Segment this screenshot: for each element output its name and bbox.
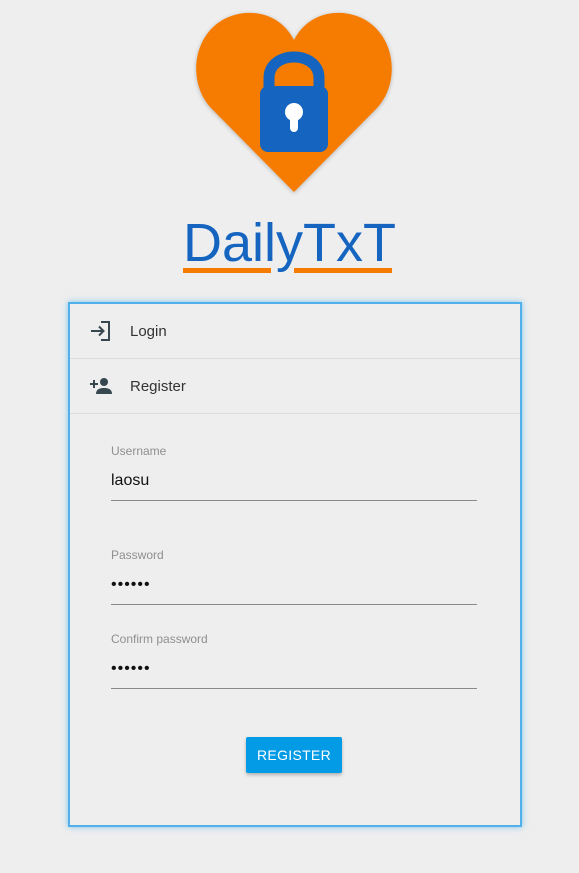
confirm-password-input[interactable] xyxy=(111,652,477,689)
brand-underline xyxy=(183,268,396,273)
page: DailyTxT Login Register Username laosu P… xyxy=(0,0,579,873)
confirm-password-label: Confirm password xyxy=(111,632,208,646)
brand-title: DailyTxT xyxy=(0,212,579,276)
password-field-group: Password xyxy=(111,548,477,605)
username-input[interactable] xyxy=(111,464,477,501)
nav-item-login-label: Login xyxy=(130,322,167,340)
login-icon xyxy=(89,319,113,343)
auth-panel: Login Register Username Password xyxy=(68,302,522,827)
register-button[interactable]: REGISTER xyxy=(246,737,342,773)
nav-item-login[interactable]: Login xyxy=(70,304,520,359)
add-user-icon xyxy=(89,374,113,398)
app-title: DailyTxT xyxy=(183,212,396,274)
username-field-group: Username xyxy=(111,444,477,501)
password-input[interactable] xyxy=(111,568,477,605)
password-label: Password xyxy=(111,548,164,562)
heart-lock-icon xyxy=(189,4,399,200)
username-label: Username xyxy=(111,444,167,458)
confirm-password-field-group: Confirm password xyxy=(111,632,477,689)
app-title-text: DailyTxT xyxy=(183,213,396,273)
nav-item-register[interactable]: Register xyxy=(70,359,520,414)
nav-item-register-label: Register xyxy=(130,377,186,395)
